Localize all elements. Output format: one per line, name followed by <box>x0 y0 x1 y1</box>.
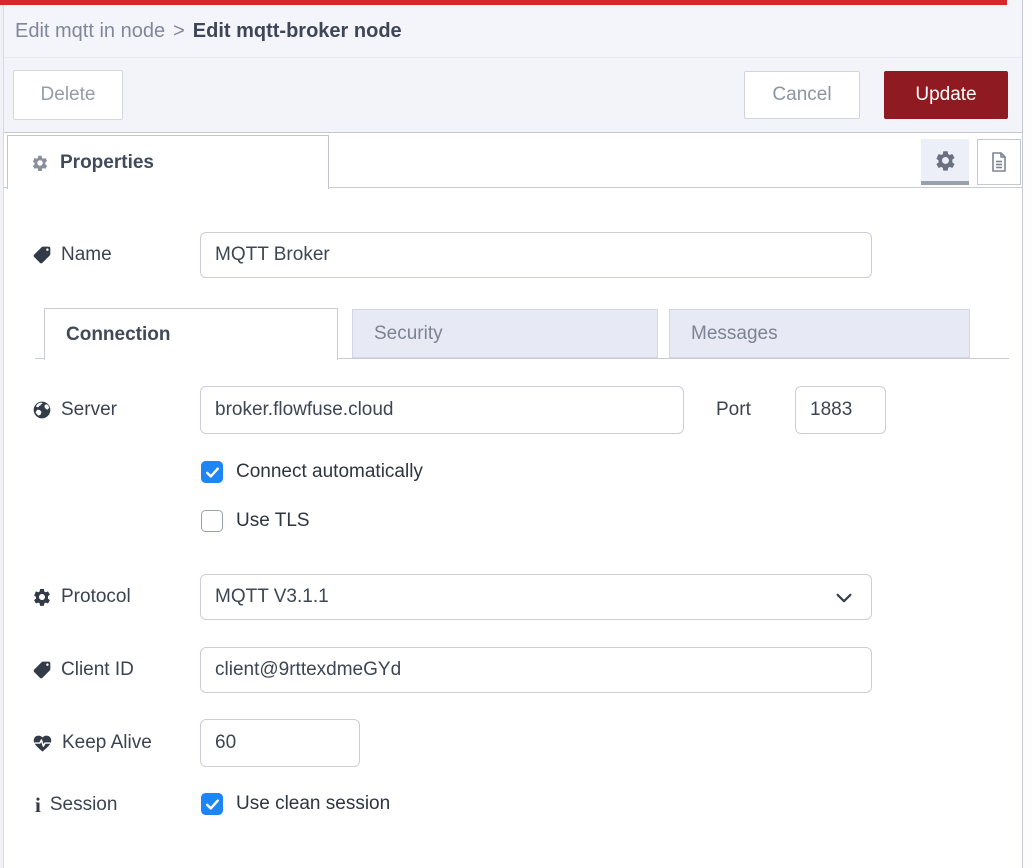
heartbeat-icon <box>32 733 53 754</box>
update-button[interactable]: Update <box>884 71 1008 119</box>
gear-icon <box>31 154 49 172</box>
use-tls-row: Use TLS <box>4 510 1022 534</box>
breadcrumb-current: Edit mqtt-broker node <box>193 20 402 43</box>
port-label: Port <box>716 386 751 434</box>
client-id-label-text: Client ID <box>61 659 134 681</box>
checkbox-box[interactable] <box>201 461 223 483</box>
server-field[interactable] <box>200 386 684 434</box>
tab-messages-label: Messages <box>691 323 778 345</box>
connect-automatically-label: Connect automatically <box>236 461 423 483</box>
properties-icon-button[interactable] <box>921 139 969 185</box>
tab-messages[interactable]: Messages <box>669 309 970 358</box>
keep-alive-label: Keep Alive <box>32 719 152 767</box>
tab-connection-label: Connection <box>66 324 171 346</box>
breadcrumb-separator: > <box>173 20 185 43</box>
gear-icon <box>934 149 957 172</box>
name-label-text: Name <box>61 244 112 266</box>
breadcrumb-parent[interactable]: Edit mqtt in node <box>15 20 165 43</box>
file-icon <box>987 150 1011 174</box>
tab-security-label: Security <box>374 323 443 345</box>
server-label-text: Server <box>61 399 117 421</box>
protocol-label-text: Protocol <box>61 586 131 608</box>
session-row: i Session Use clean session <box>4 792 1022 818</box>
gear-icon <box>32 587 52 607</box>
cancel-button[interactable]: Cancel <box>744 71 860 119</box>
tray-right-edge <box>1022 0 1032 868</box>
chevron-down-icon <box>833 587 855 609</box>
tag-icon <box>32 660 52 680</box>
tab-security[interactable]: Security <box>352 309 658 358</box>
client-id-row: Client ID <box>4 647 1022 693</box>
connect-automatically-row: Connect automatically <box>4 461 1022 485</box>
top-accent-bar <box>0 0 1007 5</box>
editor-tab-row: Properties <box>4 133 1022 188</box>
client-id-field[interactable] <box>200 647 872 693</box>
delete-button[interactable]: Delete <box>13 70 123 120</box>
session-label: i Session <box>35 792 117 818</box>
protocol-select[interactable]: MQTT V3.1.1 <box>200 574 872 620</box>
use-tls-label: Use TLS <box>236 510 310 532</box>
server-row: Server Port <box>4 386 1022 434</box>
checkbox-box[interactable] <box>201 510 223 532</box>
tag-icon <box>32 245 52 265</box>
keep-alive-label-text: Keep Alive <box>62 732 152 754</box>
name-field[interactable] <box>200 232 872 278</box>
connection-tab-bar: Connection Security Messages <box>35 308 1009 359</box>
properties-form: Name Connection Security Messages Server <box>4 188 1022 868</box>
description-icon-button[interactable] <box>977 139 1021 185</box>
port-field[interactable] <box>795 386 886 434</box>
connect-automatically-checkbox[interactable]: Connect automatically <box>201 461 423 483</box>
info-icon: i <box>35 795 41 816</box>
client-id-label: Client ID <box>32 647 134 693</box>
dialog-toolbar: Delete Cancel Update <box>4 57 1022 133</box>
tab-connection[interactable]: Connection <box>44 308 338 360</box>
globe-icon <box>32 400 52 420</box>
checkbox-box[interactable] <box>201 793 223 815</box>
keep-alive-field[interactable] <box>200 719 360 767</box>
breadcrumb: Edit mqtt in node > Edit mqtt-broker nod… <box>4 0 1022 57</box>
server-label: Server <box>32 386 117 434</box>
keep-alive-row: Keep Alive <box>4 719 1022 767</box>
tab-properties[interactable]: Properties <box>7 135 329 189</box>
tray-left-edge <box>0 5 4 868</box>
protocol-selected-value: MQTT V3.1.1 <box>215 586 329 608</box>
name-row: Name <box>4 232 1022 278</box>
name-label: Name <box>32 232 112 278</box>
use-clean-session-label: Use clean session <box>236 793 390 815</box>
protocol-label: Protocol <box>32 574 131 620</box>
edit-mqtt-broker-dialog: Edit mqtt in node > Edit mqtt-broker nod… <box>0 0 1032 868</box>
session-label-text: Session <box>50 794 118 816</box>
use-tls-checkbox[interactable]: Use TLS <box>201 510 310 532</box>
use-clean-session-checkbox[interactable]: Use clean session <box>201 793 390 815</box>
tab-properties-label: Properties <box>60 152 154 174</box>
protocol-row: Protocol MQTT V3.1.1 <box>4 574 1022 620</box>
